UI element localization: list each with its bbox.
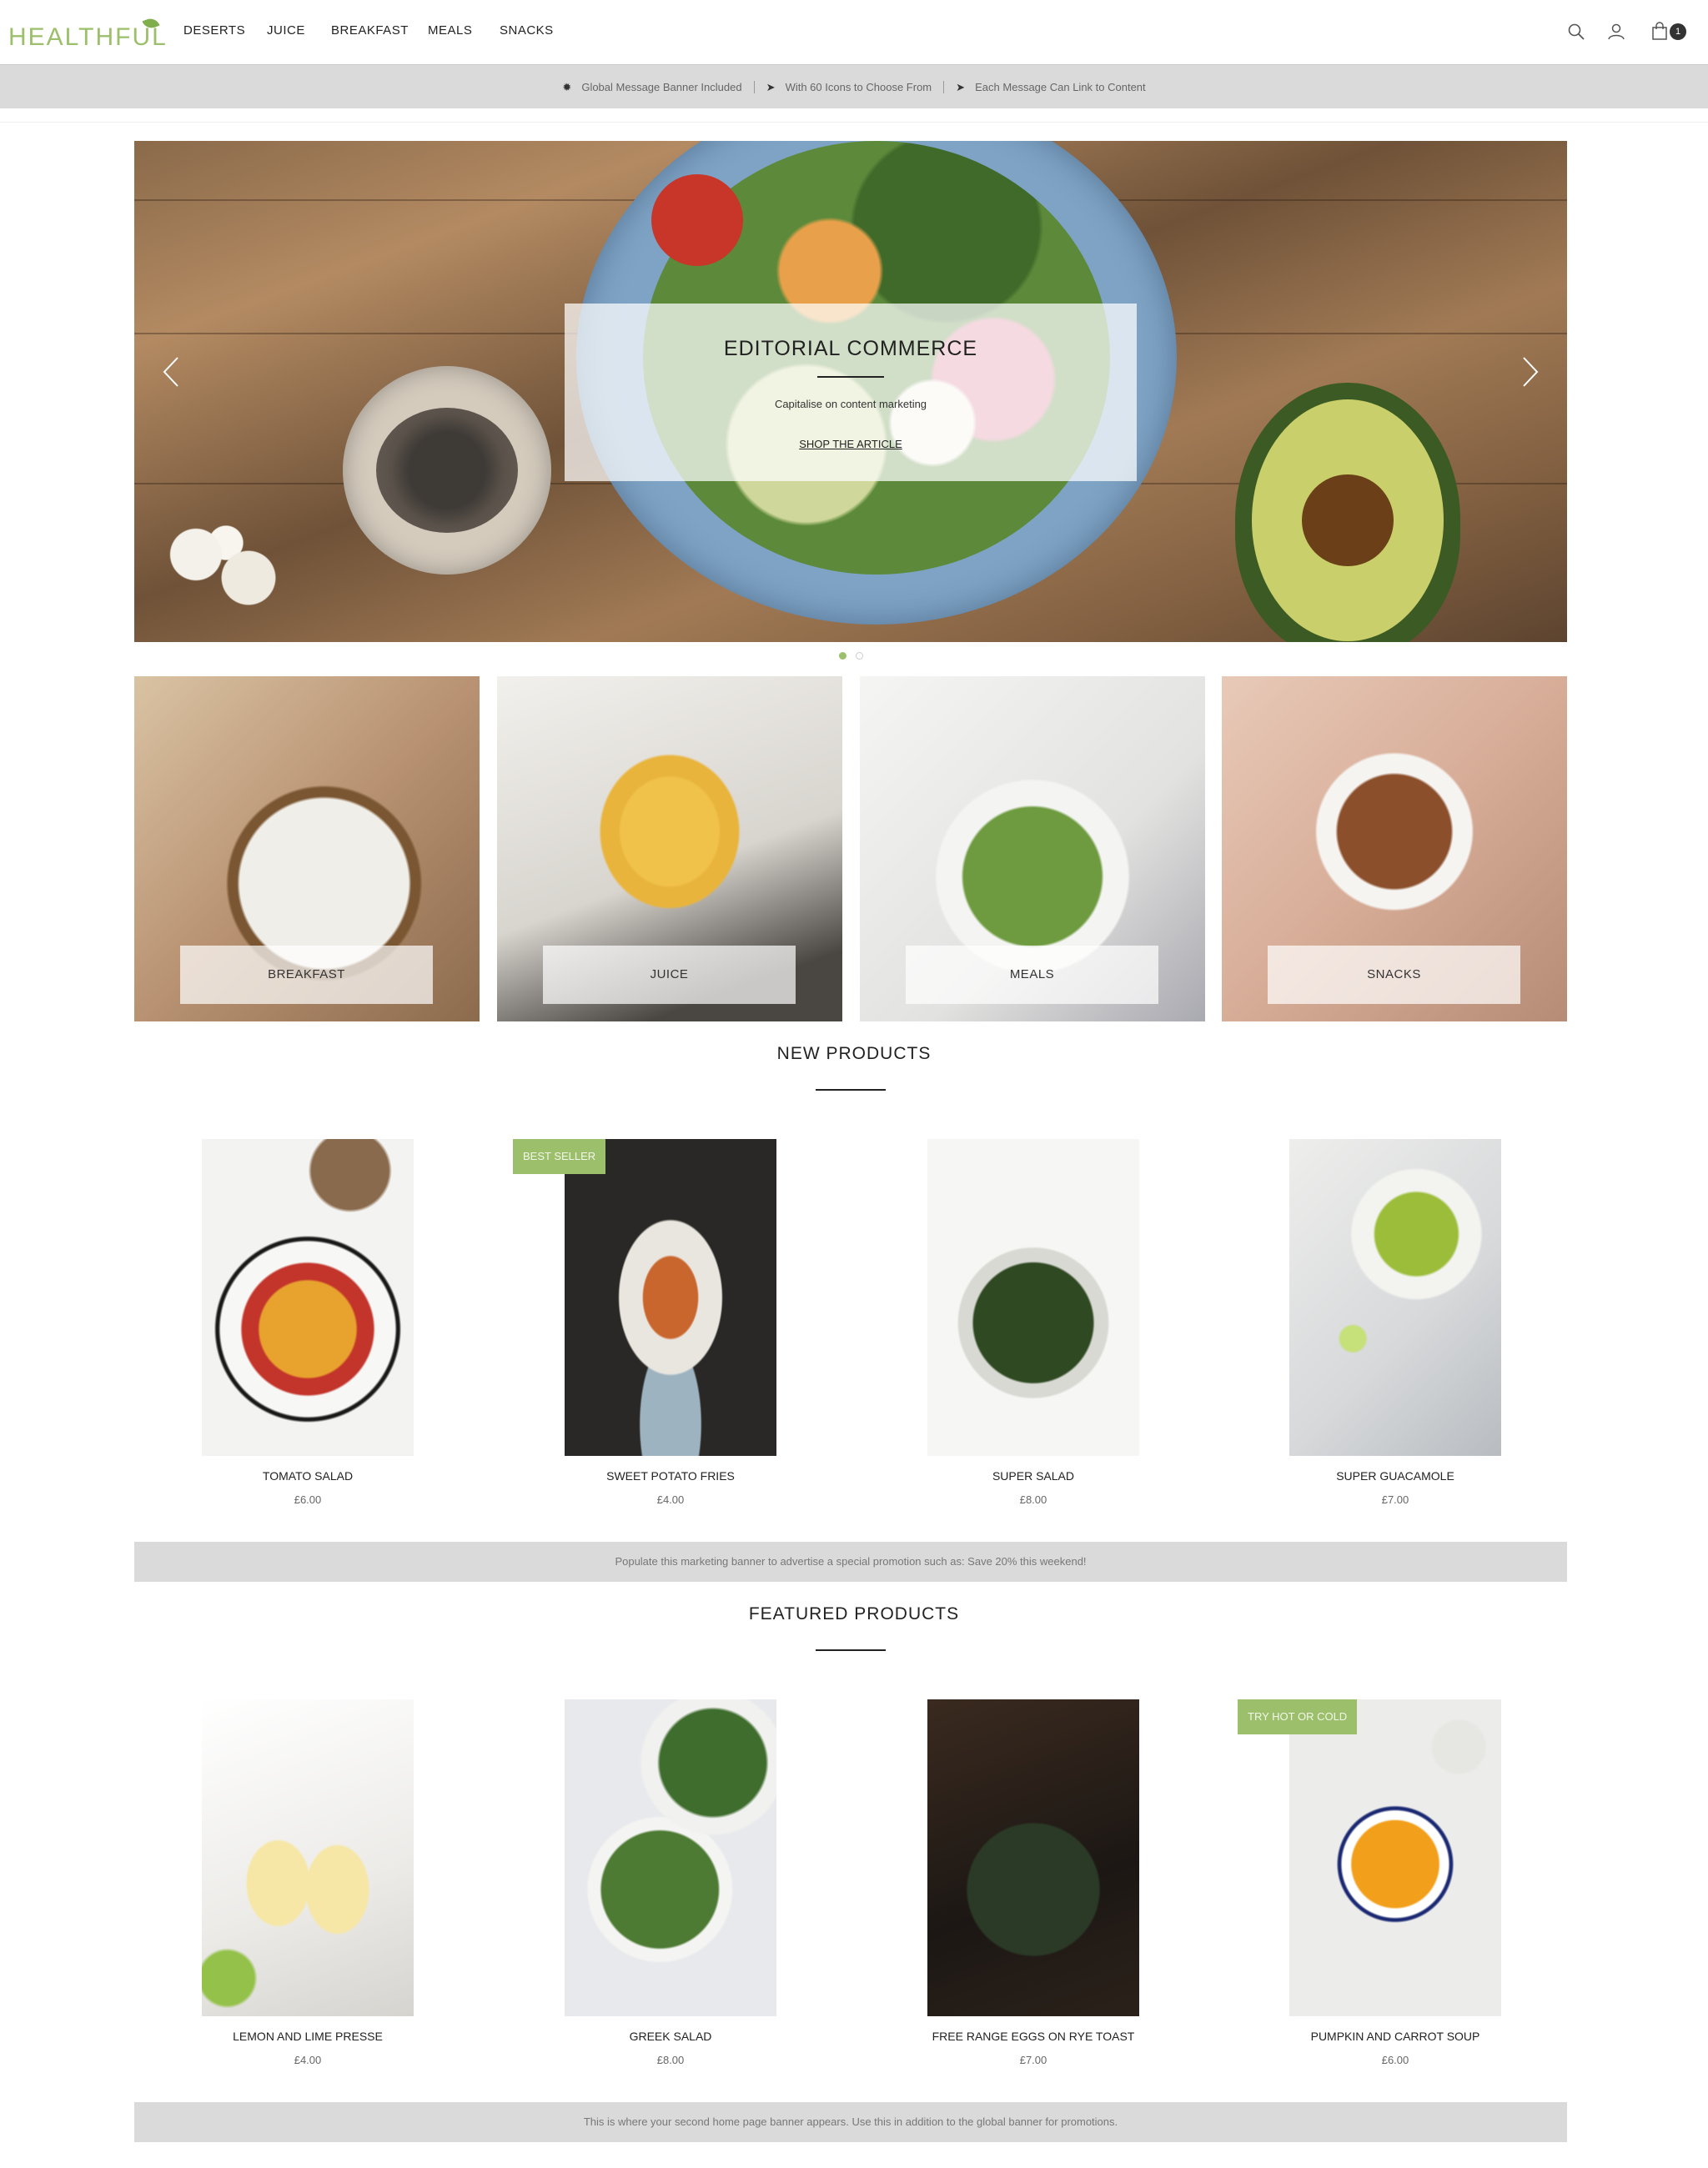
hero-slider: EDITORIAL COMMERCE Capitalise on content… <box>134 141 1567 642</box>
product-name[interactable]: SUPER GUACAMOLE <box>1239 1469 1551 1483</box>
hero-title: EDITORIAL COMMERCE <box>723 337 978 360</box>
chevron-left-icon[interactable] <box>159 351 184 393</box>
product-price: £6.00 <box>1381 2054 1409 2066</box>
nav-item-breakfast[interactable]: BREAKFAST <box>331 23 409 38</box>
hero-subtitle: Capitalise on content marketing <box>774 398 927 410</box>
product-image[interactable] <box>202 1699 414 2016</box>
new-products-heading: NEW PRODUCTS <box>776 1044 932 1063</box>
product-image[interactable] <box>565 1139 776 1456</box>
global-message-1[interactable]: ✹ Global Message Banner Included <box>550 81 753 93</box>
category-label: BREAKFAST <box>180 946 433 1004</box>
slider-dot-1[interactable] <box>839 652 846 660</box>
site-logo[interactable]: HEALTHFUL <box>8 23 168 52</box>
nav-item-deserts[interactable]: DESERTS <box>183 23 245 38</box>
badge-icon: ✹ <box>562 81 572 93</box>
bag-icon[interactable] <box>1650 22 1670 42</box>
product-price: £7.00 <box>1019 2054 1047 2066</box>
category-label: JUICE <box>543 946 796 1004</box>
product-name[interactable]: PUMPKIN AND CARROT SOUP <box>1239 2030 1551 2043</box>
product-name[interactable]: SUPER SALAD <box>877 1469 1189 1483</box>
section-divider <box>816 1089 886 1091</box>
second-marketing-banner[interactable]: This is where your second home page bann… <box>134 2102 1567 2142</box>
hero-divider <box>817 376 884 378</box>
category-tile-juice[interactable]: JUICE <box>497 676 842 1021</box>
seed-bowl-image <box>343 366 551 575</box>
global-message-text: Global Message Banner Included <box>581 81 742 93</box>
product-name[interactable]: LEMON AND LIME PRESSE <box>152 2030 464 2043</box>
product-price: £8.00 <box>656 2054 685 2066</box>
chevron-right-icon[interactable] <box>1517 351 1542 393</box>
tomato-image <box>651 174 743 266</box>
product-image[interactable] <box>1289 1139 1501 1456</box>
featured-products-heading: FEATURED PRODUCTS <box>748 1604 960 1623</box>
product-price: £4.00 <box>294 2054 322 2066</box>
slider-dot-2[interactable] <box>856 652 863 660</box>
marketing-banner[interactable]: Populate this marketing banner to advert… <box>134 1542 1567 1582</box>
product-image[interactable] <box>565 1699 776 2016</box>
hero-caption: EDITORIAL COMMERCE Capitalise on content… <box>565 304 1137 481</box>
category-tile-meals[interactable]: MEALS <box>860 676 1205 1021</box>
global-message-text: Each Message Can Link to Content <box>975 81 1146 93</box>
flowers-image <box>151 508 301 625</box>
cart-count-badge[interactable]: 1 <box>1670 23 1686 40</box>
best-seller-badge: BEST SELLER <box>513 1139 606 1174</box>
global-message-banner: ✹ Global Message Banner Included ➤ With … <box>0 64 1708 108</box>
avocado-image <box>1235 383 1460 642</box>
global-message-2[interactable]: ➤ With 60 Icons to Choose From <box>753 81 944 93</box>
user-icon[interactable] <box>1606 22 1626 42</box>
category-tile-breakfast[interactable]: BREAKFAST <box>134 676 480 1021</box>
product-name[interactable]: FREE RANGE EGGS ON RYE TOAST <box>877 2030 1189 2043</box>
product-image[interactable] <box>1289 1699 1501 2016</box>
paper-plane-icon: ➤ <box>956 81 966 93</box>
product-image[interactable] <box>927 1699 1139 2016</box>
global-message-text: With 60 Icons to Choose From <box>785 81 932 93</box>
nav-item-snacks[interactable]: SNACKS <box>500 23 554 38</box>
product-price: £8.00 <box>1019 1493 1047 1506</box>
slider-pagination <box>834 652 867 662</box>
product-name[interactable]: GREEK SALAD <box>515 2030 826 2043</box>
product-image[interactable] <box>927 1139 1139 1456</box>
search-icon[interactable] <box>1566 22 1586 42</box>
site-header: HEALTHFUL DESERTS JUICE BREAKFAST MEALS … <box>0 0 1708 64</box>
product-price: £4.00 <box>656 1493 685 1506</box>
product-price: £6.00 <box>294 1493 322 1506</box>
product-price: £7.00 <box>1381 1493 1409 1506</box>
header-actions: 1 <box>1566 22 1691 43</box>
try-hot-or-cold-badge: TRY HOT OR COLD <box>1238 1699 1358 1734</box>
shop-the-article-link[interactable]: SHOP THE ARTICLE <box>565 438 1137 450</box>
paper-plane-icon: ➤ <box>766 81 776 93</box>
product-image[interactable] <box>202 1139 414 1456</box>
section-divider <box>816 1649 886 1651</box>
nav-item-meals[interactable]: MEALS <box>428 23 472 38</box>
global-message-3[interactable]: ➤ Each Message Can Link to Content <box>943 81 1158 93</box>
category-tile-snacks[interactable]: SNACKS <box>1222 676 1567 1021</box>
product-name[interactable]: SWEET POTATO FRIES <box>515 1469 826 1483</box>
product-name[interactable]: TOMATO SALAD <box>152 1469 464 1483</box>
category-label: MEALS <box>906 946 1158 1004</box>
divider <box>0 122 1708 123</box>
nav-item-juice[interactable]: JUICE <box>267 23 305 38</box>
category-label: SNACKS <box>1268 946 1520 1004</box>
